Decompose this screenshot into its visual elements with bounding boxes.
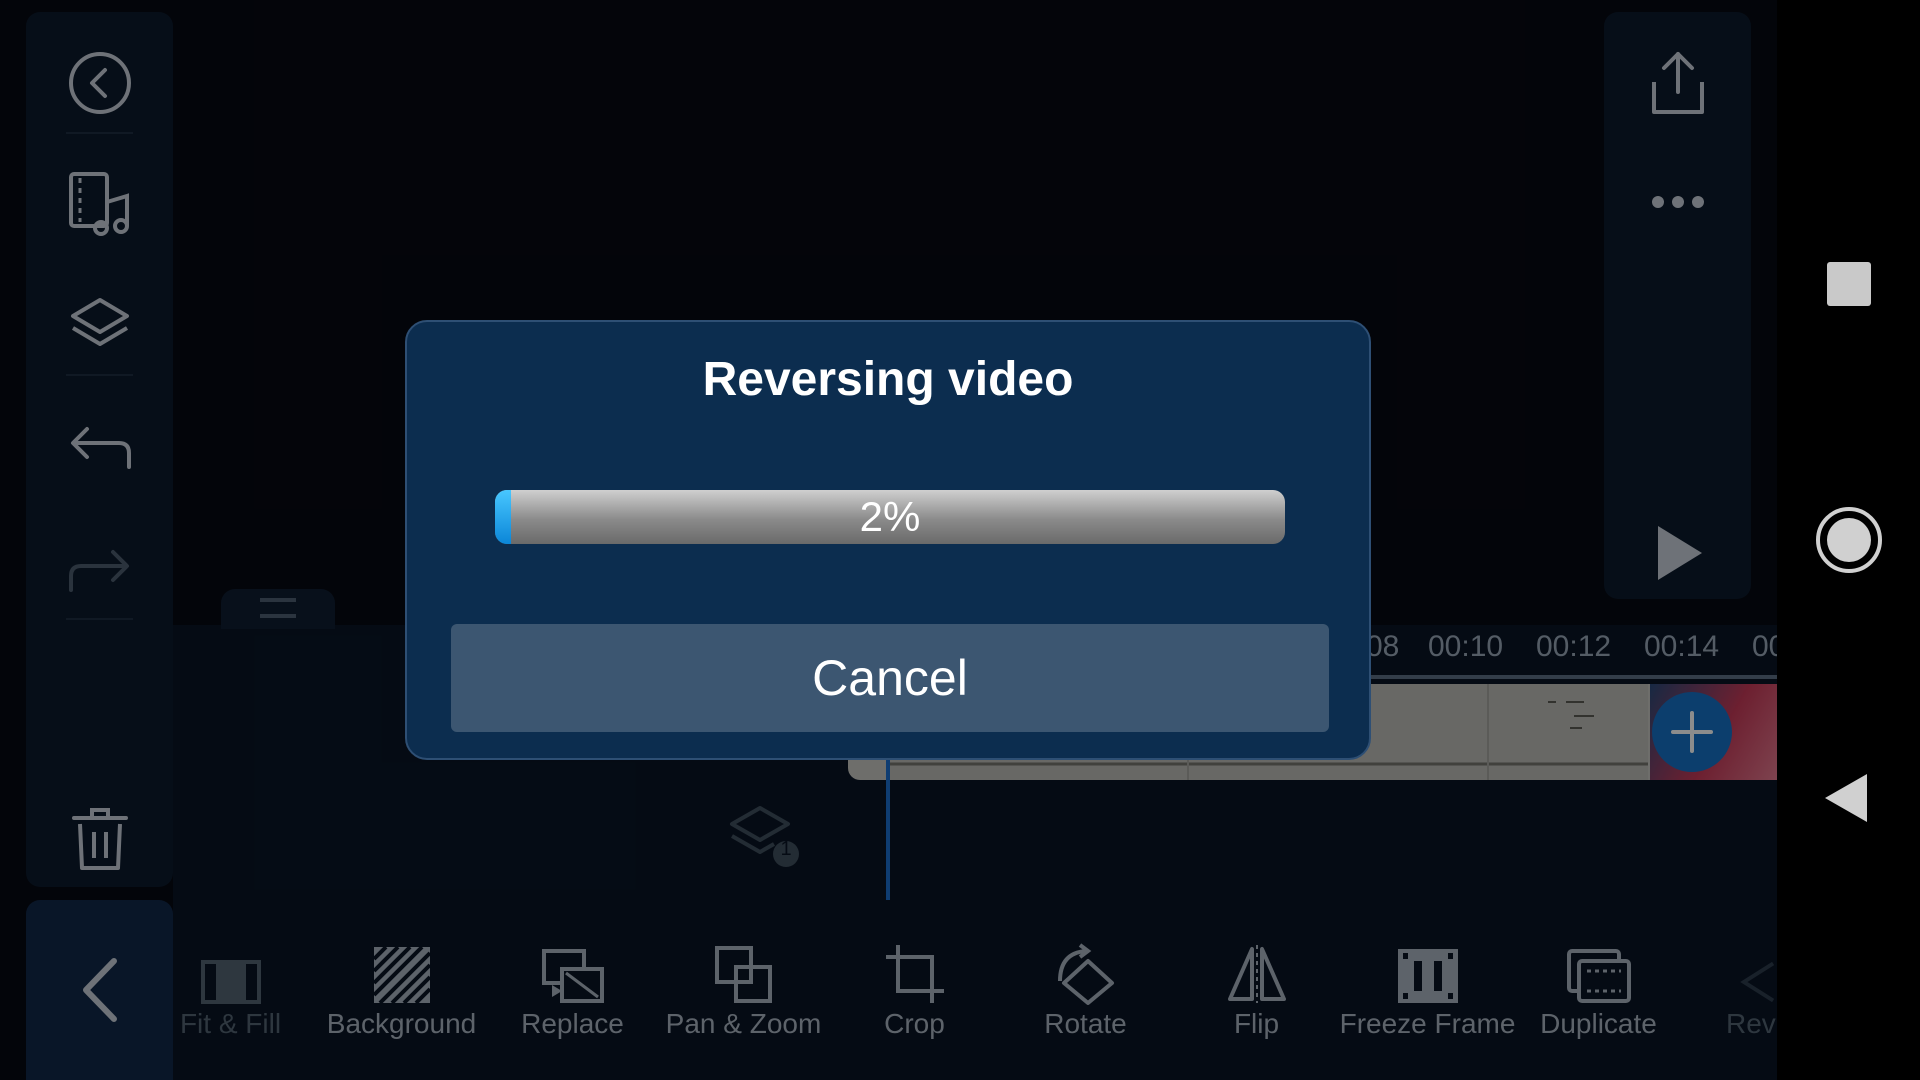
system-navigation-bar <box>1777 0 1920 1080</box>
system-back-button[interactable] <box>1823 772 1869 829</box>
recents-icon <box>1827 262 1871 306</box>
recents-button[interactable] <box>1825 260 1873 313</box>
back-triangle-icon <box>1825 774 1867 822</box>
dialog-title: Reversing video <box>702 353 1074 406</box>
progress-percent: 2% <box>859 493 921 540</box>
reverse-progress-dialog: Reversing video 2% Cancel <box>405 320 1371 760</box>
home-icon <box>1816 507 1882 573</box>
home-button[interactable] <box>1814 505 1884 580</box>
progress-bar: 2% <box>495 490 1285 544</box>
video-editor-app: 08 00:10 00:12 00:14 00 1 <box>0 0 1920 1080</box>
cancel-button[interactable]: Cancel <box>451 624 1329 732</box>
